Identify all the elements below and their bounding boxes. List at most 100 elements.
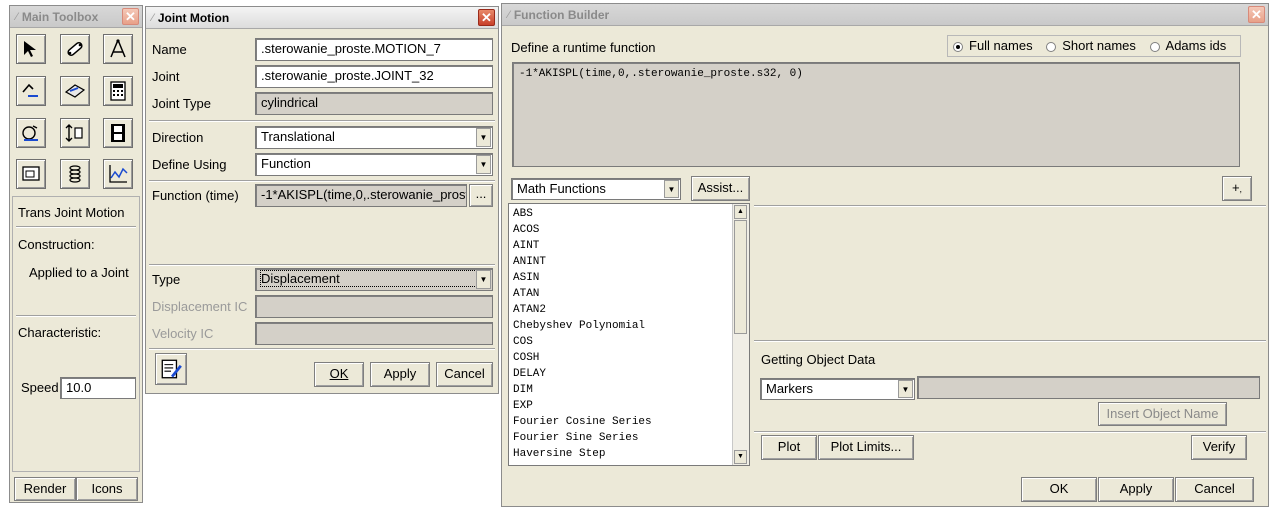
scroll-up-icon[interactable]: ▲ — [734, 205, 747, 219]
function-builder-window: ⁄ Function Builder ✕ Define a runtime fu… — [501, 3, 1269, 507]
define-using-value: Function — [261, 156, 311, 171]
spring-coil-icon — [69, 165, 81, 183]
function-list-item[interactable]: Haversine Step — [509, 446, 749, 462]
function-list-item[interactable]: ABS — [509, 206, 749, 222]
scroll-thumb[interactable] — [734, 220, 747, 334]
window-pin-icon: ⁄ — [152, 11, 154, 24]
compass-construct-icon — [110, 39, 126, 58]
scroll-down-icon[interactable]: ▼ — [734, 450, 747, 464]
function-list-item[interactable]: Chebyshev Polynomial — [509, 318, 749, 334]
render-button[interactable]: Render — [14, 477, 76, 501]
joint-input[interactable]: .sterowanie_proste.JOINT_32 — [255, 65, 493, 88]
spring-tool-button[interactable] — [60, 159, 90, 189]
joint-tool-button[interactable] — [16, 76, 46, 106]
plot-limits-button[interactable]: Plot Limits... — [818, 435, 914, 460]
main-toolbox-titlebar[interactable]: ⁄ Main Toolbox ✕ — [10, 6, 142, 28]
select-tool-button[interactable] — [16, 34, 46, 64]
object-name-input[interactable] — [917, 376, 1260, 399]
name-label: Name — [152, 42, 187, 57]
function-builder-close-button[interactable]: ✕ — [1248, 6, 1265, 23]
function-list-item[interactable]: DIM — [509, 382, 749, 398]
joint-motion-close-button[interactable]: ✕ — [478, 9, 495, 26]
function-list-item[interactable]: ACOS — [509, 222, 749, 238]
radio-short-names[interactable]: Short names — [1046, 38, 1136, 53]
fb-cancel-button[interactable]: Cancel — [1175, 477, 1254, 502]
function-list-item[interactable]: DELAY — [509, 366, 749, 382]
chevron-down-icon[interactable]: ▼ — [664, 180, 679, 198]
ok-label: OK — [329, 366, 349, 381]
main-toolbox-title: Main Toolbox — [21, 9, 99, 24]
function-builder-button[interactable]: ... — [469, 184, 493, 207]
define-using-select[interactable]: Function ▼ — [255, 153, 493, 176]
assist-button[interactable]: Assist... — [691, 176, 750, 201]
function-list-item[interactable]: Fourier Sine Series — [509, 430, 749, 446]
plot-graph-icon — [109, 165, 128, 183]
insert-object-name-button[interactable]: Insert Object Name — [1098, 402, 1227, 426]
radio-unselected-icon — [1046, 41, 1057, 52]
apply-button[interactable]: Apply — [370, 362, 430, 387]
link-tool-button[interactable] — [60, 34, 90, 64]
joint-type-value: cylindrical — [255, 92, 493, 115]
plot-button[interactable]: Plot — [761, 435, 817, 460]
name-input[interactable]: .sterowanie_proste.MOTION_7 — [255, 38, 493, 61]
chevron-down-icon[interactable]: ▼ — [476, 270, 491, 289]
plot-tool-button[interactable] — [103, 159, 133, 189]
characteristic-label: Characteristic: — [18, 325, 102, 340]
function-list-item[interactable]: ASIN — [509, 270, 749, 286]
type-label: Type — [152, 272, 181, 287]
function-list-item[interactable]: ATAN — [509, 286, 749, 302]
chevron-down-icon[interactable]: ▼ — [476, 128, 491, 147]
function-expression-editor[interactable]: -1*AKISPL(time,0,.sterowanie_proste.s32,… — [512, 62, 1240, 167]
comments-button[interactable] — [155, 353, 187, 385]
main-toolbox-close-button[interactable]: ✕ — [122, 8, 139, 25]
motion-tool-button[interactable] — [16, 118, 46, 148]
function-builder-titlebar[interactable]: ⁄ Function Builder ✕ — [502, 4, 1268, 26]
plus-label: + — [1231, 180, 1240, 195]
calculator-tool-button[interactable] — [103, 76, 133, 106]
radio-selected-icon — [953, 41, 963, 52]
function-list-item[interactable]: Fourier Cosine Series — [509, 414, 749, 430]
chevron-down-icon[interactable]: ▼ — [898, 380, 913, 398]
calculator-icon — [110, 81, 126, 101]
function-list-item[interactable]: ATAN2 — [509, 302, 749, 318]
object-type-select[interactable]: Markers ▼ — [760, 378, 915, 400]
ok-button[interactable]: OK — [314, 362, 364, 387]
speed-input[interactable]: 10.0 — [60, 377, 136, 399]
cancel-button[interactable]: Cancel — [436, 362, 493, 387]
function-list[interactable]: ABS ACOS AINT ANINT ASIN ATAN ATAN2 Chebyshev P… — [508, 203, 750, 466]
add-function-button[interactable]: +, — [1222, 176, 1252, 201]
velocity-ic-input — [255, 322, 493, 345]
name-format-radio-group: Full names Short names Adams ids — [947, 35, 1241, 57]
fb-apply-button[interactable]: Apply — [1098, 477, 1174, 502]
feature-tool-button[interactable] — [60, 76, 90, 106]
joint-motion-titlebar[interactable]: ⁄ Joint Motion ✕ — [146, 7, 498, 29]
measure-window-icon — [22, 166, 40, 181]
construction-label: Construction: — [18, 237, 95, 252]
construct-tool-button[interactable] — [103, 34, 133, 64]
function-list-item[interactable]: COS — [509, 334, 749, 350]
direction-select[interactable]: Translational ▼ — [255, 126, 493, 149]
radio-full-names[interactable]: Full names — [953, 38, 1033, 53]
radio-adams-ids[interactable]: Adams ids — [1149, 38, 1226, 53]
function-input[interactable]: -1*AKISPL(time,0,.sterowanie_proste.s32,… — [255, 184, 467, 207]
measure-tool-button[interactable] — [16, 159, 46, 189]
define-using-label: Define Using — [152, 157, 227, 172]
function-list-item[interactable]: EXP — [509, 398, 749, 414]
force-tool-button[interactable] — [60, 118, 90, 148]
function-list-item[interactable]: COSH — [509, 350, 749, 366]
function-category-select[interactable]: Math Functions ▼ — [511, 178, 681, 200]
fb-ok-button[interactable]: OK — [1021, 477, 1097, 502]
cancel-label: Cancel — [444, 366, 485, 381]
type-value: Displacement — [260, 270, 481, 287]
chevron-down-icon[interactable]: ▼ — [476, 155, 491, 174]
function-list-items: ABS ACOS AINT ANINT ASIN ATAN ATAN2 Chebyshev P… — [509, 204, 749, 462]
icons-button[interactable]: Icons — [76, 477, 138, 501]
animation-tool-button[interactable] — [103, 118, 133, 148]
type-select[interactable]: Displacement ▼ — [255, 268, 493, 291]
displacement-ic-input — [255, 295, 493, 318]
function-list-item[interactable]: ANINT — [509, 254, 749, 270]
joint-label: Joint — [152, 69, 180, 84]
function-list-scrollbar[interactable]: ▲ ▼ — [732, 204, 749, 465]
verify-button[interactable]: Verify — [1191, 435, 1247, 460]
function-list-item[interactable]: AINT — [509, 238, 749, 254]
